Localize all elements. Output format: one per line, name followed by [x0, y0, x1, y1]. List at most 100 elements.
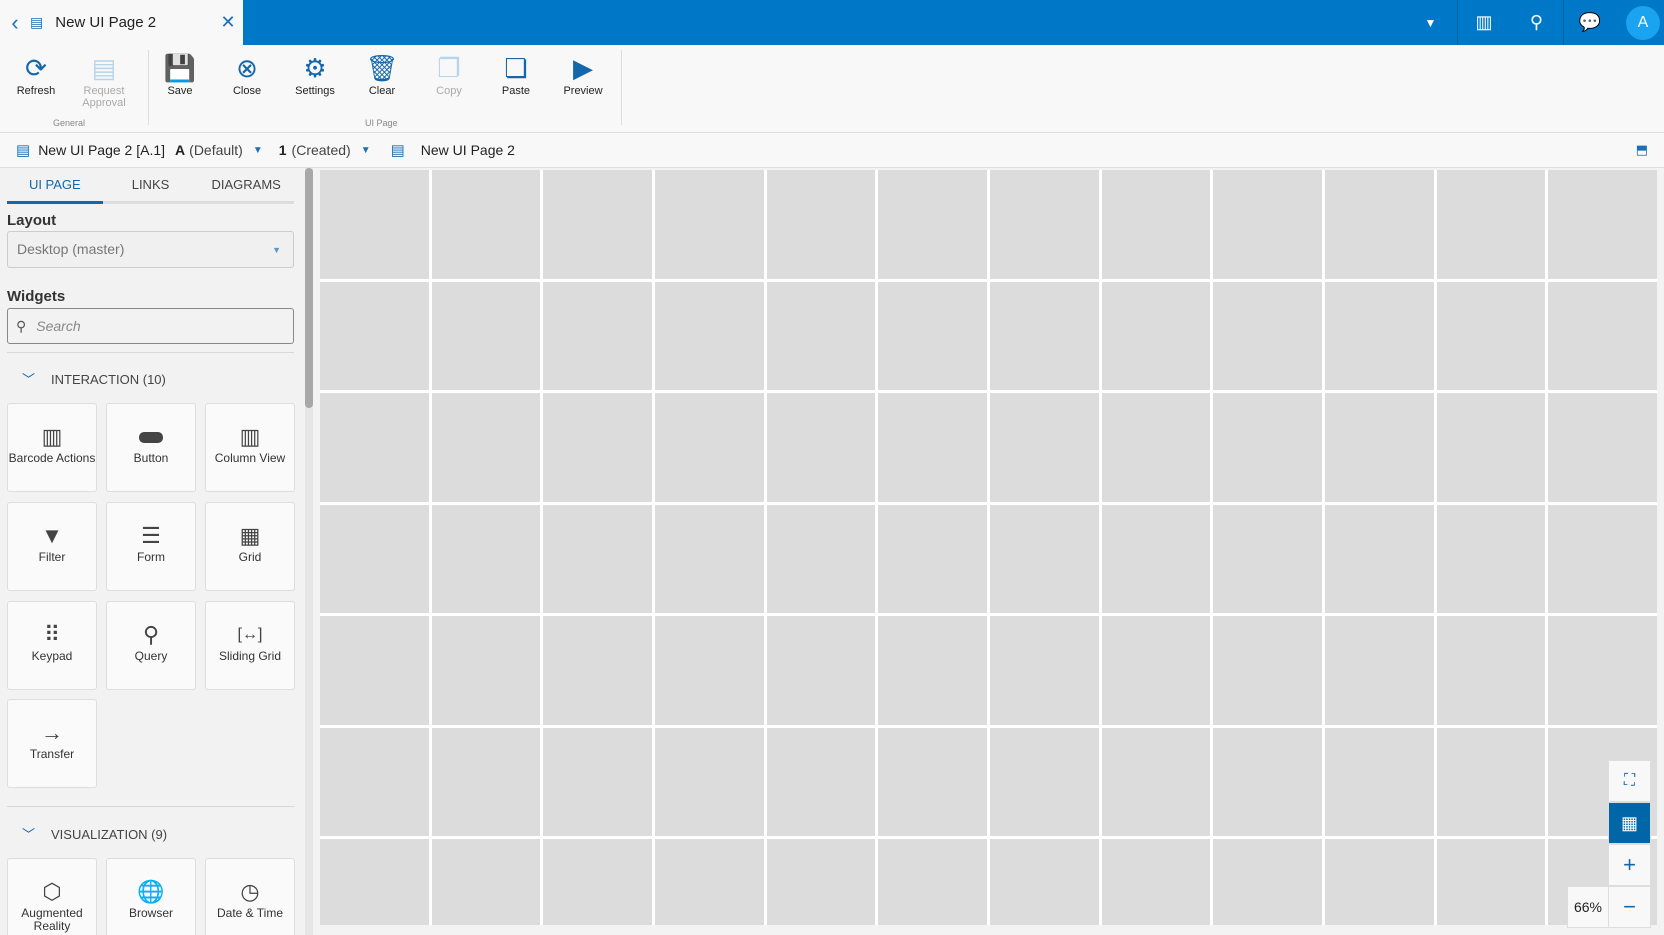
grid-cell[interactable] [1101, 839, 1211, 925]
grid-cell[interactable] [320, 727, 429, 836]
close-tab-icon[interactable]: ✕ [213, 12, 243, 33]
request-approval-button[interactable]: ▤ Request Approval [72, 51, 136, 110]
tab-ui-page[interactable]: UI PAGE [7, 168, 103, 204]
grid-cell[interactable] [1101, 504, 1211, 613]
grid-cell[interactable] [878, 839, 987, 925]
widget-transfer[interactable]: → Transfer [7, 699, 97, 788]
grid-cell[interactable] [543, 616, 652, 725]
grid-cell[interactable] [766, 727, 876, 836]
zoom-in-button[interactable]: + [1608, 844, 1651, 886]
grid-cell[interactable] [654, 504, 764, 613]
barcode-icon[interactable]: ▥ [1457, 0, 1510, 45]
widget-barcode-actions[interactable]: ▥ Barcode Actions [7, 403, 97, 492]
grid-cell[interactable] [320, 281, 429, 390]
grid-cell[interactable] [1436, 170, 1546, 279]
visualization-section-header[interactable]: ﹀ VISUALIZATION (9) [22, 824, 167, 843]
grid-cell[interactable] [431, 727, 541, 836]
grid-cell[interactable] [1548, 281, 1657, 390]
grid-cell[interactable] [766, 281, 876, 390]
grid-cell[interactable] [320, 170, 429, 279]
avatar[interactable]: A [1626, 5, 1660, 40]
close-button[interactable]: ⊗ Close [215, 51, 279, 98]
grid-cell[interactable] [989, 839, 1099, 925]
fit-to-screen-button[interactable]: ⛶ [1608, 760, 1651, 802]
grid-cell[interactable] [320, 616, 429, 725]
grid-cell[interactable] [766, 504, 876, 613]
grid-cell[interactable] [1101, 727, 1211, 836]
grid-cell[interactable] [1436, 281, 1546, 390]
grid-cell[interactable] [1213, 727, 1322, 836]
revision-label[interactable]: (Default) [189, 142, 243, 158]
widget-form[interactable]: ☰ Form [106, 502, 196, 591]
grid-cell[interactable] [1436, 839, 1546, 925]
grid-cell[interactable] [543, 170, 652, 279]
grid-cell[interactable] [989, 504, 1099, 613]
widget-sliding-grid[interactable]: [↔] Sliding Grid [205, 601, 295, 690]
dropdown-caret-icon[interactable]: ▼ [1404, 0, 1457, 45]
grid-cell[interactable] [989, 281, 1099, 390]
paste-button[interactable]: ❏ Paste [484, 51, 548, 98]
grid-cell[interactable] [543, 393, 652, 502]
grid-cell[interactable] [878, 170, 987, 279]
grid-cell[interactable] [654, 170, 764, 279]
design-canvas[interactable] [318, 168, 1664, 935]
grid-cell[interactable] [878, 504, 987, 613]
scrollbar-thumb[interactable] [305, 168, 313, 408]
grid-cell[interactable] [1436, 504, 1546, 613]
grid-cell[interactable] [1436, 616, 1546, 725]
save-button[interactable]: 💾 Save [148, 51, 212, 98]
grid-cell[interactable] [1101, 170, 1211, 279]
grid-cell[interactable] [1548, 170, 1657, 279]
grid-cell[interactable] [654, 393, 764, 502]
toggle-grid-button[interactable]: ▦ [1608, 802, 1651, 844]
widget-column-view[interactable]: ▥ Column View [205, 403, 295, 492]
grid-cell[interactable] [1324, 727, 1434, 836]
grid-cell[interactable] [654, 281, 764, 390]
back-icon[interactable]: ‹ [0, 10, 30, 36]
grid-cell[interactable] [1213, 616, 1322, 725]
grid-cell[interactable] [654, 727, 764, 836]
widget-date-time[interactable]: ◷ Date & Time [205, 858, 295, 935]
widget-query[interactable]: ⚲ Query [106, 601, 196, 690]
grid-cell[interactable] [654, 616, 764, 725]
widget-augmented-reality[interactable]: ⬡ Augmented Reality [7, 858, 97, 935]
grid-cell[interactable] [989, 170, 1099, 279]
grid-cell[interactable] [320, 393, 429, 502]
grid-cell[interactable] [989, 727, 1099, 836]
copy-button[interactable]: ❐ Copy [417, 51, 481, 98]
grid-cell[interactable] [766, 170, 876, 279]
grid-cell[interactable] [1213, 281, 1322, 390]
grid-cell[interactable] [1324, 170, 1434, 279]
search-input[interactable]: ⚲ Search [7, 308, 294, 344]
version-label[interactable]: (Created) [292, 142, 351, 158]
grid-cell[interactable] [654, 839, 764, 925]
grid-cell[interactable] [878, 281, 987, 390]
grid-cell[interactable] [766, 616, 876, 725]
layout-select[interactable]: Desktop (master) ▼ [7, 231, 294, 268]
grid-cell[interactable] [1548, 393, 1657, 502]
grid-cell[interactable] [543, 281, 652, 390]
grid-cell[interactable] [543, 839, 652, 925]
chat-icon[interactable]: 💬 [1563, 0, 1616, 45]
grid-cell[interactable] [1548, 616, 1657, 725]
grid-cell[interactable] [989, 393, 1099, 502]
grid-cell[interactable] [1324, 393, 1434, 502]
grid-cell[interactable] [1213, 393, 1322, 502]
interaction-section-header[interactable]: ﹀ INTERACTION (10) [22, 369, 166, 388]
grid-cell[interactable] [878, 727, 987, 836]
widget-filter[interactable]: ▼ Filter [7, 502, 97, 591]
zoom-out-button[interactable]: − [1608, 886, 1651, 928]
grid-cell[interactable] [1324, 281, 1434, 390]
widget-browser[interactable]: 🌐 Browser [106, 858, 196, 935]
preview-button[interactable]: ▶ Preview [551, 51, 615, 98]
search-icon[interactable]: ⚲ [1510, 0, 1563, 45]
grid-cell[interactable] [1213, 504, 1322, 613]
grid-cell[interactable] [1436, 727, 1546, 836]
revision-dropdown-icon[interactable]: ▼ [253, 145, 263, 156]
grid-cell[interactable] [431, 504, 541, 613]
grid-cell[interactable] [431, 393, 541, 502]
refresh-button[interactable]: ⟳ Refresh [4, 51, 68, 98]
version-dropdown-icon[interactable]: ▼ [361, 145, 371, 156]
settings-button[interactable]: ⚙ Settings [283, 51, 347, 98]
panel-scrollbar[interactable] [305, 168, 313, 935]
